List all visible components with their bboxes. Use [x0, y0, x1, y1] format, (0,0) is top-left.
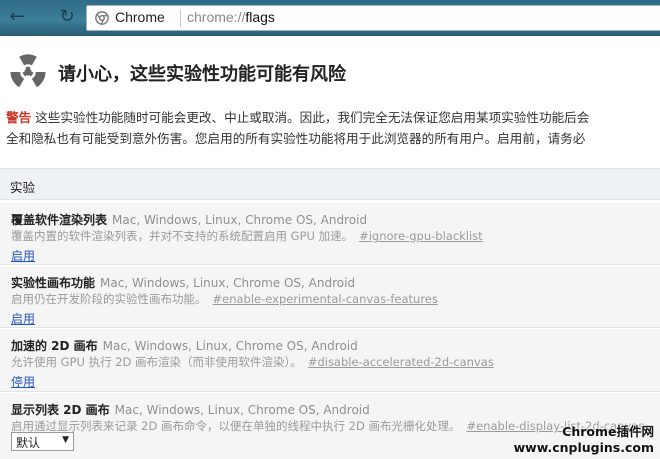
page-title: 请小心，这些实验性功能可能有风险 — [58, 64, 346, 85]
experiment-permalink[interactable]: #enable-experimental-canvas-features — [213, 292, 438, 306]
experiment-item: 实验性画布功能 Mac, Windows, Linux, Chrome OS, A… — [0, 266, 660, 328]
address-bar[interactable]: Chrome chrome://flags — [86, 5, 660, 31]
disable-link[interactable]: 停用 — [11, 373, 35, 390]
experiment-description-text: 启用通过显示列表来记录 2D 画布命令，以便在单独的线程中执行 2D 画布光栅化… — [11, 419, 461, 433]
url-text[interactable]: chrome://flags — [187, 9, 275, 25]
experiment-item: 加速的 2D 画布 Mac, Windows, Linux, Chrome OS,… — [0, 329, 660, 392]
experiment-description-text: 启用仍在开发阶段的实验性画布功能。 — [11, 292, 207, 306]
reload-icon[interactable]: ↻ — [56, 6, 78, 28]
browser-toolbar: ← ↻ Chrome chrome://flags — [0, 0, 660, 36]
warning-text: 警告 这些实验性功能随时可能会更改、中止或取消。因此，我们完全无法保证您启用某项… — [6, 107, 660, 149]
experiment-permalink[interactable]: #ignore-gpu-blacklist — [359, 229, 483, 243]
experiment-description-text: 覆盖内置的软件渲染列表，并对不支持的系统配置启用 GPU 加速。 — [11, 229, 354, 243]
experiment-platforms: Mac, Windows, Linux, Chrome OS, Android — [100, 276, 356, 290]
warning-line-1-text: 这些实验性功能随时可能会更改、中止或取消。因此，我们完全无法保证您启用某项实验性… — [35, 110, 590, 125]
warning-label: 警告 — [6, 110, 32, 125]
experiment-permalink[interactable]: #disable-accelerated-2d-canvas — [308, 355, 494, 369]
experiment-platforms: Mac, Windows, Linux, Chrome OS, Android — [114, 403, 370, 417]
experiment-platforms: Mac, Windows, Linux, Chrome OS, Android — [102, 339, 358, 353]
experiment-name: 覆盖软件渲染列表 — [11, 213, 108, 227]
url-path: flags — [245, 9, 275, 25]
chrome-logo-icon — [95, 11, 109, 25]
omnibox-chip-label: Chrome — [115, 9, 165, 25]
enable-link[interactable]: 启用 — [11, 247, 35, 264]
enable-link[interactable]: 启用 — [11, 310, 35, 327]
experiment-description: 启用仍在开发阶段的实验性画布功能。 #enable-experimental-ca… — [11, 291, 438, 307]
experiment-description-text: 允许使用 GPU 执行 2D 画布渲染（而非使用软件渲染）。 — [11, 355, 302, 369]
experiment-description: 允许使用 GPU 执行 2D 画布渲染（而非使用软件渲染）。 #disable-a… — [11, 354, 494, 370]
watermark-line-1: Chrome插件网 — [562, 424, 654, 439]
experiment-title: 加速的 2D 画布 Mac, Windows, Linux, Chrome OS,… — [11, 337, 358, 354]
experiment-name: 加速的 2D 画布 — [11, 339, 98, 353]
url-scheme: chrome:// — [187, 9, 246, 25]
back-arrow-icon[interactable]: ← — [6, 6, 28, 28]
experiment-title: 实验性画布功能 Mac, Windows, Linux, Chrome OS, A… — [11, 274, 355, 291]
experiment-platforms: Mac, Windows, Linux, Chrome OS, Android — [112, 213, 368, 227]
warning-line-1: 警告 这些实验性功能随时可能会更改、中止或取消。因此，我们完全无法保证您启用某项… — [6, 107, 660, 128]
watermark: Chrome插件网 www.cnplugins.com — [514, 424, 654, 456]
experiment-select[interactable]: 默认 ▼ — [11, 432, 74, 451]
experiments-header-label: 实验 — [10, 180, 36, 195]
experiment-description: 覆盖内置的软件渲染列表，并对不支持的系统配置启用 GPU 加速。 #ignore-… — [11, 228, 483, 244]
experiment-name: 显示列表 2D 画布 — [11, 403, 110, 417]
experiment-name: 实验性画布功能 — [11, 276, 96, 290]
watermark-line-2: www.cnplugins.com — [513, 440, 654, 455]
warning-line-2: 全和隐私也有可能受到意外伤害。您启用的所有实验性功能将用于此浏览器的所有用户。启… — [6, 131, 586, 146]
experiment-title: 覆盖软件渲染列表 Mac, Windows, Linux, Chrome OS, … — [11, 211, 367, 228]
dropdown-arrow-icon: ▼ — [62, 435, 69, 445]
experiment-item: 覆盖软件渲染列表 Mac, Windows, Linux, Chrome OS, … — [0, 203, 660, 265]
radiation-hazard-icon — [10, 54, 46, 88]
experiment-title: 显示列表 2D 画布 Mac, Windows, Linux, Chrome OS… — [11, 401, 370, 418]
select-value: 默认 — [16, 436, 41, 450]
experiments-header: 实验 — [0, 168, 660, 200]
omnibox-separator — [180, 10, 181, 27]
